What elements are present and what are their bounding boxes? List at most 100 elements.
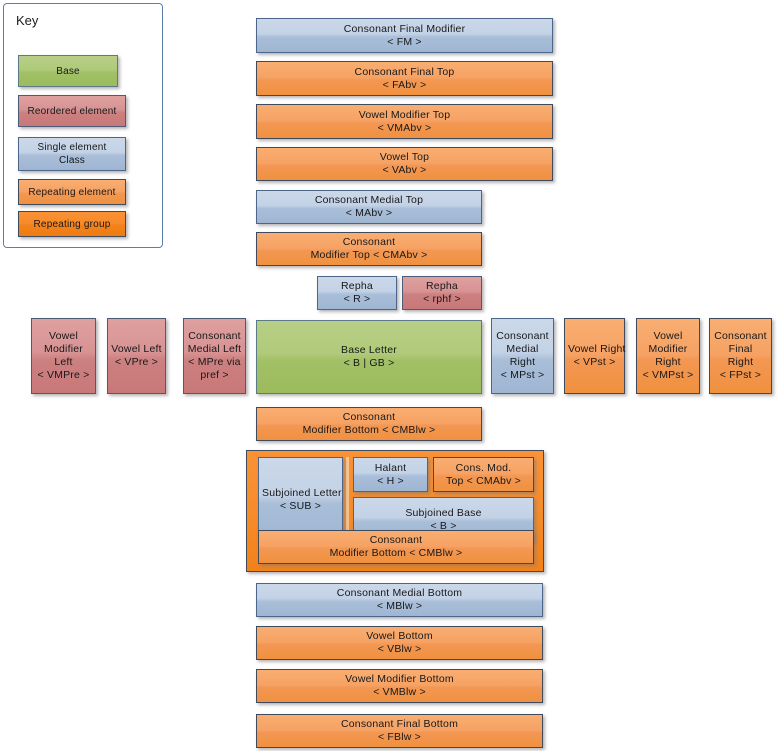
box-vowel-modifier-right-line4: < VMPst > [642, 369, 694, 381]
box-consonant-medial-top-line1: Consonant Medial Top [314, 194, 424, 206]
box-consonant-medial-right: Consonant Medial Right < MPst > [491, 318, 554, 394]
key-item-reordered-element-label: Reordered element [27, 105, 117, 117]
box-vowel-top: Vowel Top < VAbv > [256, 147, 553, 181]
box-vowel-left: Vowel Left < VPre > [107, 318, 166, 394]
box-consonant-medial-bottom: Consonant Medial Bottom < MBlw > [256, 583, 543, 617]
box-vowel-modifier-left: Vowel Modifier Left < VMPre > [31, 318, 96, 394]
box-consonant-final-right-line1: Consonant [714, 330, 767, 342]
box-consonant-modifier-bottom-above-line1: Consonant [342, 411, 396, 423]
box-vowel-modifier-left-line2: Modifier [44, 343, 83, 355]
box-vowel-modifier-top-line2: < VMAbv > [377, 121, 432, 134]
key-item-repeating-group: Repeating group [18, 211, 126, 237]
box-vowel-modifier-left-line4: < VMPre > [37, 369, 90, 381]
box-subjoined-base-line1: Subjoined Base [405, 506, 482, 519]
box-consonant-medial-left-line3: < MPre via [188, 356, 241, 368]
box-consonant-medial-right-line3: Right [509, 356, 536, 368]
box-repha-r-line2: < R > [343, 293, 371, 305]
box-cons-mod-top-line2: Top < CMAbv > [446, 474, 521, 487]
box-vowel-modifier-bottom: Vowel Modifier Bottom < VMBlw > [256, 669, 543, 703]
box-consonant-final-top-line2: < FAbv > [382, 78, 427, 91]
box-consonant-medial-left-line4: pref > [200, 369, 229, 381]
box-consonant-medial-top-line2: < MAbv > [345, 207, 393, 219]
box-vowel-modifier-right-line2: Modifier [648, 343, 688, 355]
box-repha-r-line1: Repha [341, 280, 373, 292]
box-base-letter: Base Letter < B | GB > [256, 320, 482, 394]
key-item-reordered-element: Reordered element [18, 95, 126, 127]
box-consonant-final-top: Consonant Final Top < FAbv > [256, 61, 553, 96]
box-cons-mod-top: Cons. Mod. Top < CMAbv > [433, 457, 534, 492]
key-item-repeating-element: Repeating element [18, 179, 126, 205]
box-consonant-final-modifier-line1: Consonant Final Modifier [343, 22, 466, 35]
key-item-single-element-sublabel: Class [58, 155, 85, 166]
box-consonant-medial-right-line1: Consonant [496, 330, 549, 342]
box-consonant-modifier-top-line2: Modifier Top < CMAbv > [310, 249, 428, 261]
box-consonant-final-right: Consonant Final Right < FPst > [709, 318, 772, 394]
box-halant-line1: Halant [374, 461, 407, 474]
box-vowel-top-line2: < VAbv > [382, 164, 427, 176]
key-title: Key [16, 13, 39, 28]
box-halant: Halant < H > [353, 457, 428, 492]
box-vowel-modifier-left-line1: Vowel [48, 330, 79, 342]
subjoined-repeating-group: Subjoined Letter < SUB > Halant < H > Co… [246, 450, 544, 572]
box-vowel-modifier-top: Vowel Modifier Top < VMAbv > [256, 104, 553, 139]
box-consonant-modifier-top-line1: Consonant [342, 236, 396, 248]
box-consonant-modifier-bottom-above-line2: Modifier Bottom < CMBlw > [302, 424, 436, 436]
box-vowel-bottom-line1: Vowel Bottom [366, 630, 433, 642]
box-consonant-modifier-bottom-inner: Consonant Modifier Bottom < CMBlw > [258, 530, 534, 564]
box-vowel-modifier-right-line3: Right [655, 356, 681, 368]
box-consonant-modifier-bottom-inner-line2: Modifier Bottom < CMBlw > [329, 547, 463, 559]
box-vowel-modifier-right: Vowel Modifier Right < VMPst > [636, 318, 700, 394]
box-consonant-medial-right-line2: Medial [506, 343, 539, 355]
box-consonant-final-bottom: Consonant Final Bottom < FBlw > [256, 714, 543, 748]
box-subjoined-letter-line2: < SUB > [279, 499, 322, 512]
key-item-base-label: Base [56, 65, 80, 77]
box-vowel-top-line1: Vowel Top [379, 151, 430, 163]
box-vowel-modifier-top-line1: Vowel Modifier Top [358, 108, 451, 121]
box-consonant-medial-bottom-line1: Consonant Medial Bottom [336, 587, 463, 599]
syllable-structure-diagram: Key Base Reordered element Single elemen… [0, 0, 777, 751]
box-repha-r: Repha < R > [317, 276, 397, 310]
box-consonant-final-modifier-line2: < FM > [387, 35, 422, 48]
box-consonant-medial-bottom-line2: < MBlw > [376, 600, 423, 612]
box-consonant-medial-left: Consonant Medial Left < MPre via pref > [183, 318, 246, 394]
key-item-repeating-group-label: Repeating group [33, 218, 111, 230]
box-repha-rphf: Repha < rphf > [402, 276, 482, 310]
box-consonant-modifier-bottom-above: Consonant Modifier Bottom < CMBlw > [256, 407, 482, 441]
box-base-letter-line1: Base Letter [341, 344, 397, 356]
box-vowel-bottom: Vowel Bottom < VBlw > [256, 626, 543, 660]
box-vowel-modifier-bottom-line1: Vowel Modifier Bottom [345, 673, 454, 685]
box-consonant-modifier-bottom-inner-line1: Consonant [369, 534, 423, 546]
box-vowel-right-line2: < VPst > [573, 356, 616, 368]
box-repha-rphf-line1: Repha [426, 280, 458, 292]
box-vowel-left-line2: < VPre > [114, 356, 159, 368]
key-item-single-element-label: Single element [37, 142, 107, 153]
box-consonant-final-bottom-line1: Consonant Final Bottom [340, 718, 459, 730]
box-subjoined-letter-line1: Subjoined Letter [262, 486, 342, 499]
box-consonant-medial-left-line1: Consonant [188, 330, 241, 342]
box-vowel-bottom-line2: < VBlw > [377, 643, 422, 655]
box-consonant-final-modifier: Consonant Final Modifier < FM > [256, 18, 553, 53]
box-consonant-medial-right-line4: < MPst > [500, 369, 545, 381]
key-item-repeating-element-label: Repeating element [28, 186, 116, 198]
box-vowel-modifier-left-line3: Left [54, 356, 73, 368]
box-consonant-final-right-line4: < FPst > [719, 369, 762, 381]
box-vowel-right-line1: Vowel Right [568, 343, 626, 355]
box-cons-mod-top-line1: Cons. Mod. [455, 461, 512, 474]
box-consonant-final-right-line2: Final [728, 343, 753, 355]
box-consonant-final-bottom-line2: < FBlw > [377, 731, 422, 743]
key-item-single-element: Single element Class [18, 137, 126, 171]
box-vowel-modifier-right-line1: Vowel [653, 330, 683, 342]
box-repha-rphf-line2: < rphf > [423, 293, 461, 305]
box-consonant-final-right-line3: Right [727, 356, 754, 368]
box-base-letter-line2: < B | GB > [343, 357, 395, 369]
box-vowel-modifier-bottom-line2: < VMBlw > [373, 686, 426, 698]
box-vowel-right: Vowel Right < VPst > [564, 318, 625, 394]
box-vowel-left-line1: Vowel Left [111, 343, 162, 355]
key-panel: Key Base Reordered element Single elemen… [3, 3, 163, 248]
box-consonant-final-top-line1: Consonant Final Top [354, 65, 455, 78]
box-consonant-medial-left-line2: Medial Left [187, 343, 242, 355]
box-consonant-medial-top: Consonant Medial Top < MAbv > [256, 190, 482, 224]
box-consonant-modifier-top: Consonant Modifier Top < CMAbv > [256, 232, 482, 266]
box-halant-line2: < H > [377, 474, 404, 487]
key-item-base: Base [18, 55, 118, 87]
